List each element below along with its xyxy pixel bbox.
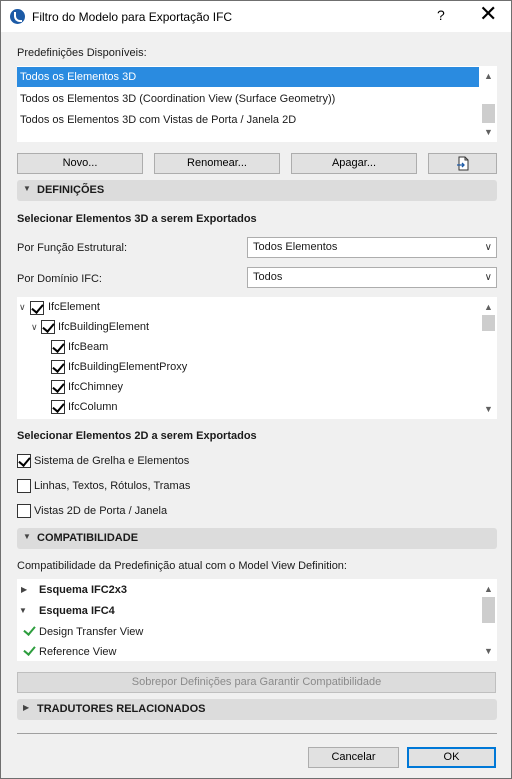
preset-item[interactable]: Todos os Elementos 3D: [17, 67, 479, 87]
tree-checkbox[interactable]: [51, 340, 65, 354]
lines-texts-label: Linhas, Textos, Rótulos, Tramas: [34, 480, 191, 492]
scroll-thumb[interactable]: [482, 597, 495, 623]
tree-scrollbar[interactable]: ▲ ▼: [480, 297, 497, 419]
delete-button[interactable]: Apagar...: [291, 153, 417, 174]
mvd-design-transfer-label: Design Transfer View: [39, 626, 144, 638]
scroll-up-icon[interactable]: ▲: [480, 581, 497, 597]
element-tree: ∨ IfcElement ∨ IfcBuildingElement IfcBea…: [17, 297, 497, 419]
ifc-filter-dialog: Filtro do Modelo para Exportação IFC ? ✕…: [0, 0, 512, 779]
ifc-domain-select[interactable]: Todos ∨: [247, 267, 497, 288]
tree-checkbox[interactable]: [51, 380, 65, 394]
preset-item-label: Todos os Elementos 3D com Vistas de Port…: [20, 114, 297, 126]
compatibility-scrollbar[interactable]: ▲ ▼: [480, 579, 497, 661]
chevron-down-icon: ∨: [484, 272, 492, 283]
tree-item-label: IfcElement: [48, 301, 100, 313]
preset-item[interactable]: Todos os Elementos 3D (Coordination View…: [17, 89, 479, 109]
select-2d-title: Selecionar Elementos 2D a serem Exportad…: [17, 430, 257, 442]
compatible-check-icon: [23, 623, 36, 636]
preset-item-label: Todos os Elementos 3D (Coordination View…: [20, 93, 336, 105]
tree-checkbox[interactable]: [51, 360, 65, 374]
tree-item-label: IfcColumn: [68, 401, 118, 413]
chevron-down-icon: ∨: [484, 242, 492, 253]
scroll-up-icon[interactable]: ▲: [480, 68, 497, 84]
ok-button[interactable]: OK: [407, 747, 496, 768]
tree-checkbox[interactable]: [41, 320, 55, 334]
structural-function-select[interactable]: Todos Elementos ∨: [247, 237, 497, 258]
translators-header-label: TRADUTORES RELACIONADOS: [37, 703, 206, 715]
definitions-header-label: DEFINIÇÕES: [37, 184, 105, 196]
expand-triangle-icon[interactable]: ▶: [21, 585, 27, 594]
structural-function-value: Todos Elementos: [253, 241, 338, 253]
close-button[interactable]: ✕: [479, 3, 497, 25]
presets-label: Predefinições Disponíveis:: [17, 47, 147, 59]
import-button[interactable]: [428, 153, 497, 174]
scroll-down-icon[interactable]: ▼: [480, 124, 497, 140]
scroll-up-icon[interactable]: ▲: [480, 299, 497, 315]
schema-ifc4-label[interactable]: Esquema IFC4: [39, 605, 115, 617]
expand-triangle-icon: ▶: [23, 703, 30, 712]
lines-texts-checkbox[interactable]: [17, 479, 31, 493]
scroll-down-icon[interactable]: ▼: [480, 643, 497, 659]
collapse-triangle-icon: ▼: [23, 184, 31, 193]
expand-chevron-icon[interactable]: ∨: [19, 302, 26, 313]
grid-system-label: Sistema de Grelha e Elementos: [34, 455, 190, 467]
scroll-thumb[interactable]: [482, 315, 495, 331]
new-button[interactable]: Novo...: [17, 153, 143, 174]
tree-item-label: IfcBuildingElement: [58, 321, 150, 333]
presets-scrollbar[interactable]: ▲ ▼: [480, 66, 497, 142]
tree-item-label: IfcBeam: [68, 341, 109, 353]
scroll-down-icon[interactable]: ▼: [480, 401, 497, 417]
archicad-app-icon: [10, 9, 25, 24]
presets-list: Todos os Elementos 3D Todos os Elementos…: [17, 66, 497, 142]
preset-item-label: Todos os Elementos 3D: [20, 71, 137, 83]
window-title: Filtro do Modelo para Exportação IFC: [32, 10, 233, 24]
door-window-views-checkbox[interactable]: [17, 504, 31, 518]
collapse-triangle-icon: ▼: [23, 532, 31, 541]
tree-item-label: IfcBuildingElementProxy: [68, 361, 188, 373]
override-settings-button: Sobrepor Definições para Garantir Compat…: [17, 672, 496, 693]
translators-section-header[interactable]: ▶ TRADUTORES RELACIONADOS: [17, 699, 497, 720]
compatibility-list: ▶ Esquema IFC2x3 ▼ Esquema IFC4 Design T…: [17, 579, 497, 661]
tree-checkbox[interactable]: [30, 301, 44, 315]
mvd-reference-view-label: Reference View: [39, 646, 117, 658]
structural-function-label: Por Função Estrutural:: [17, 242, 128, 254]
help-button[interactable]: ?: [437, 7, 445, 23]
definitions-section-header[interactable]: ▼ DEFINIÇÕES: [17, 180, 497, 201]
compatibility-header-label: COMPATIBILIDADE: [37, 532, 139, 544]
compatible-check-icon: [23, 643, 36, 656]
tree-checkbox[interactable]: [51, 400, 65, 414]
title-bar: Filtro do Modelo para Exportação IFC ? ✕: [1, 1, 511, 32]
collapse-triangle-icon[interactable]: ▼: [19, 606, 27, 615]
scroll-thumb[interactable]: [482, 104, 495, 123]
ifc-domain-label: Por Domínio IFC:: [17, 273, 102, 285]
preset-item[interactable]: Todos os Elementos 3D com Vistas de Port…: [17, 110, 479, 130]
select-3d-title: Selecionar Elementos 3D a serem Exportad…: [17, 213, 257, 225]
compatibility-section-header[interactable]: ▼ COMPATIBILIDADE: [17, 528, 497, 549]
compatibility-description: Compatibilidade da Predefinição atual co…: [17, 560, 347, 572]
rename-button[interactable]: Renomear...: [154, 153, 280, 174]
expand-chevron-icon[interactable]: ∨: [31, 322, 38, 333]
schema-ifc2x3-label[interactable]: Esquema IFC2x3: [39, 584, 127, 596]
import-file-icon: [456, 156, 468, 171]
tree-item-label: IfcChimney: [68, 381, 124, 393]
door-window-views-label: Vistas 2D de Porta / Janela: [34, 505, 168, 517]
grid-system-checkbox[interactable]: [17, 454, 31, 468]
footer-divider: [17, 733, 497, 734]
ifc-domain-value: Todos: [253, 271, 283, 283]
cancel-button[interactable]: Cancelar: [308, 747, 399, 768]
